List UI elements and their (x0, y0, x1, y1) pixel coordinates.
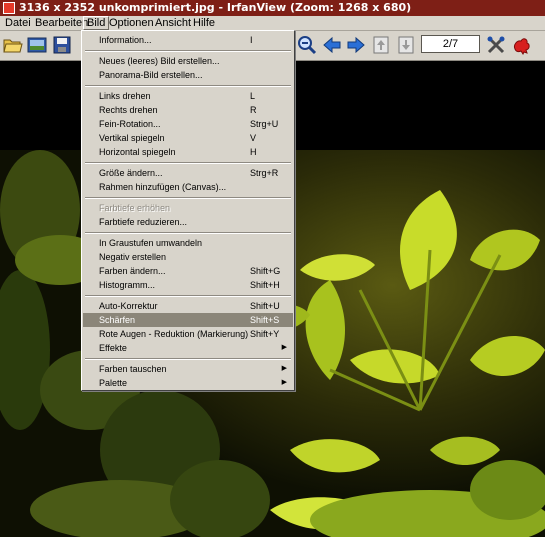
menu-item-reduce-color-depth[interactable]: Farbtiefe reduzieren... (83, 215, 293, 229)
first-page-icon[interactable] (371, 35, 391, 55)
menu-item-negative[interactable]: Negativ erstellen (83, 250, 293, 264)
bild-dropdown-menu: Information... I Neues (leeres) Bild erst… (81, 30, 295, 391)
menu-separator (85, 295, 291, 297)
menu-item-red-eye-reduction[interactable]: Rote Augen - Reduktion (Markierung) Shift… (83, 327, 293, 341)
next-arrow-icon[interactable] (346, 35, 366, 55)
menu-item-sharpen[interactable]: Schärfen Shift+S (83, 313, 293, 327)
last-page-icon[interactable] (396, 35, 416, 55)
save-icon[interactable] (52, 35, 72, 55)
menu-item-histogram[interactable]: Histogramm... Shift+H (83, 278, 293, 292)
menu-item-flip-horizontal[interactable]: Horizontal spiegeln H (83, 145, 293, 159)
menu-item-change-colors[interactable]: Farben ändern... Shift+G (83, 264, 293, 278)
submenu-arrow-icon: ▶ (281, 379, 287, 386)
menu-separator (85, 162, 291, 164)
menu-item-auto-correction[interactable]: Auto-Korrektur Shift+U (83, 299, 293, 313)
menu-hilfe[interactable]: Hilfe (190, 16, 218, 30)
menu-item-effects[interactable]: Effekte ▶ (83, 341, 293, 355)
menu-ansicht[interactable]: Ansicht (152, 16, 194, 30)
menu-item-add-border[interactable]: Rahmen hinzufügen (Canvas)... (83, 180, 293, 194)
menu-item-swap-colors[interactable]: Farben tauschen ▶ (83, 362, 293, 376)
irfanview-app-icon[interactable] (3, 2, 15, 14)
zoom-out-icon[interactable] (297, 35, 317, 55)
page-indicator[interactable]: 2/7 (421, 35, 480, 53)
menu-item-resize[interactable]: Größe ändern... Strg+R (83, 166, 293, 180)
menu-optionen[interactable]: Optionen (106, 16, 157, 30)
submenu-arrow-icon: ▶ (281, 365, 287, 372)
submenu-arrow-icon: ▶ (281, 344, 287, 351)
menu-bar: Datei Bearbeiten Bild Optionen Ansicht H… (0, 16, 545, 31)
menu-item-fine-rotation[interactable]: Fein-Rotation... Strg+U (83, 117, 293, 131)
irfanview-logo-icon[interactable] (511, 35, 531, 55)
menu-separator (85, 358, 291, 360)
menu-item-new-image[interactable]: Neues (leeres) Bild erstellen... (83, 54, 293, 68)
window-title: 3136 x 2352 unkomprimiert.jpg - IrfanVie… (19, 1, 412, 14)
open-folder-icon[interactable] (3, 35, 23, 55)
menu-item-panorama[interactable]: Panorama-Bild erstellen... (83, 68, 293, 82)
menu-item-rotate-left[interactable]: Links drehen L (83, 89, 293, 103)
menu-item-palette[interactable]: Palette ▶ (83, 376, 293, 390)
settings-icon[interactable] (486, 35, 506, 55)
menu-item-rotate-right[interactable]: Rechts drehen R (83, 103, 293, 117)
previous-arrow-icon[interactable] (322, 35, 342, 55)
menu-separator (85, 50, 291, 52)
menu-item-information[interactable]: Information... I (83, 33, 293, 47)
menu-item-grayscale[interactable]: In Graustufen umwandeln (83, 236, 293, 250)
menu-separator (85, 197, 291, 199)
menu-separator (85, 232, 291, 234)
menu-datei[interactable]: Datei (2, 16, 34, 30)
slideshow-icon[interactable] (27, 35, 47, 55)
menu-item-flip-vertical[interactable]: Vertikal spiegeln V (83, 131, 293, 145)
menu-item-increase-color-depth: Farbtiefe erhöhen (99, 203, 171, 213)
menu-separator (85, 85, 291, 87)
title-bar: 3136 x 2352 unkomprimiert.jpg - IrfanVie… (0, 0, 545, 16)
